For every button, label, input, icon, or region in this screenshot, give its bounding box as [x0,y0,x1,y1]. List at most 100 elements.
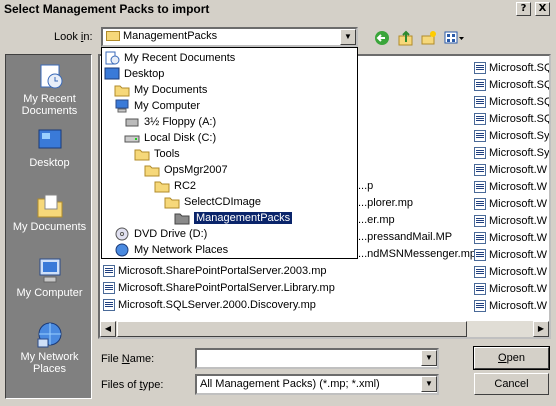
mp-file-icon [474,62,486,74]
cancel-button[interactable]: Cancel [474,373,549,395]
place-my-computer[interactable]: My Computer [6,257,93,299]
open-button[interactable]: Open [473,346,550,370]
open-file-dialog: Select Management Packs to import ? X Lo… [0,0,556,406]
scroll-left-icon[interactable]: ◀ [100,321,116,337]
hard-disk-icon [124,135,140,143]
list-item[interactable]: Microsoft.SQ [474,77,549,93]
dropdown-item-my-network-places[interactable]: My Network Places [114,242,228,258]
list-item[interactable]: Microsoft.SQ [474,60,549,76]
place-my-network-places[interactable]: My Network Places [6,321,93,375]
dropdown-item-my-documents[interactable]: My Documents [114,82,207,98]
mp-file-icon [474,300,486,312]
dropdown-item-my-recent-documents[interactable]: My Recent Documents [104,50,235,66]
mp-file-icon [474,164,486,176]
my-computer-icon [35,257,65,285]
new-folder-icon[interactable] [420,29,438,46]
folder-icon [106,31,120,42]
dropdown-item-floppy[interactable]: 3½ Floppy (A:) [124,114,216,130]
look-in-dropdown[interactable]: My Recent Documents Desktop My Documents… [101,47,358,259]
chevron-down-icon[interactable]: ▼ [421,376,437,392]
list-item[interactable]: ...er.mp [358,212,395,228]
mp-file-icon [474,113,486,125]
list-item[interactable]: Microsoft.Sy [474,128,549,144]
look-in-combobox[interactable]: ManagementPacks ▼ [101,27,358,47]
open-folder-icon [174,213,190,225]
horizontal-scrollbar[interactable]: ◀ ▶ [100,321,549,337]
list-item[interactable]: Microsoft.W [474,264,547,280]
list-item[interactable]: ...pressandMail.MP [358,229,452,245]
list-item[interactable]: ...ndMSNMessenger.mp [358,246,476,262]
folder-icon [164,197,180,209]
list-item[interactable]: Microsoft.W [474,196,547,212]
folder-icon [154,181,170,193]
my-documents-icon [114,85,130,97]
look-in-label: Look in: [54,31,93,43]
folder-icon [144,165,160,177]
place-desktop[interactable]: Desktop [6,127,93,169]
dropdown-item-my-computer[interactable]: My Computer [114,98,200,114]
up-folder-icon[interactable] [397,29,415,46]
scrollbar-thumb[interactable] [117,321,467,337]
my-documents-icon [35,191,65,219]
title-bar: Select Management Packs to import [0,0,556,18]
mp-file-icon [474,283,486,295]
dropdown-item-selectcdimage[interactable]: SelectCDImage [164,194,261,210]
places-bar: My Recent Documents Desktop My Documents… [5,54,92,399]
dropdown-item-dvd-drive[interactable]: DVD Drive (D:) [114,226,207,242]
recent-documents-icon [105,51,120,65]
dropdown-item-opsmgr2007[interactable]: OpsMgr2007 [144,162,228,178]
mp-file-icon [474,198,486,210]
dialog-title: Select Management Packs to import [4,2,210,16]
files-of-type-combobox[interactable]: All Management Packs) (*.mp; *.xml) ▼ [195,374,439,395]
list-item[interactable]: Microsoft.W [474,162,547,178]
network-places-icon [115,243,129,257]
list-item[interactable]: Microsoft.Sy [474,145,549,161]
my-computer-icon [115,99,129,113]
file-name-combobox[interactable]: ▼ [195,348,439,369]
close-button[interactable]: X [535,2,550,16]
mp-file-icon [474,147,486,159]
chevron-down-icon[interactable]: ▼ [421,350,437,366]
views-menu-icon[interactable] [444,29,466,46]
network-places-icon [35,321,65,349]
list-item[interactable]: Microsoft.W [474,230,547,246]
list-item[interactable]: Microsoft.SQLServer.2000.Discovery.mp [103,297,316,313]
mp-file-icon [474,249,486,261]
folder-icon [134,149,150,161]
chevron-down-icon[interactable]: ▼ [340,29,356,45]
look-in-value: ManagementPacks [123,30,218,42]
back-icon[interactable] [373,29,391,46]
place-my-recent-documents[interactable]: My Recent Documents [6,63,93,117]
mp-file-icon [474,232,486,244]
mp-file-icon [103,299,115,311]
list-item[interactable]: ...plorer.mp [358,195,413,211]
mp-file-icon [103,265,115,277]
mp-file-icon [474,130,486,142]
list-item[interactable]: Microsoft.W [474,281,547,297]
desktop-icon [104,67,120,80]
list-item[interactable]: Microsoft.W [474,247,547,263]
dropdown-item-managementpacks[interactable]: ManagementPacks [174,210,294,226]
mp-file-icon [474,266,486,278]
file-name-label: File Name: [101,353,155,365]
recent-documents-icon [35,63,65,91]
list-item[interactable]: Microsoft.W [474,213,547,229]
list-item[interactable]: Microsoft.W [474,179,547,195]
list-item[interactable]: Microsoft.SharePointPortalServer.Library… [103,280,335,296]
mp-file-icon [474,96,486,108]
list-item[interactable]: Microsoft.SharePointPortalServer.2003.mp [103,263,327,279]
dropdown-item-rc2[interactable]: RC2 [154,178,196,194]
mp-file-icon [103,282,115,294]
list-item[interactable]: Microsoft.SQ [474,111,549,127]
mp-file-icon [474,79,486,91]
list-item[interactable]: Microsoft.SQ [474,94,549,110]
files-of-type-value: All Management Packs) (*.mp; *.xml) [200,378,380,390]
list-item[interactable]: ...p [358,178,373,194]
scroll-right-icon[interactable]: ▶ [533,321,549,337]
place-my-documents[interactable]: My Documents [6,191,93,233]
dropdown-item-local-disk[interactable]: Local Disk (C:) [124,130,216,146]
help-button[interactable]: ? [516,2,531,16]
dropdown-item-desktop[interactable]: Desktop [104,66,164,82]
list-item[interactable]: Microsoft.W [474,298,547,314]
dropdown-item-tools[interactable]: Tools [134,146,180,162]
